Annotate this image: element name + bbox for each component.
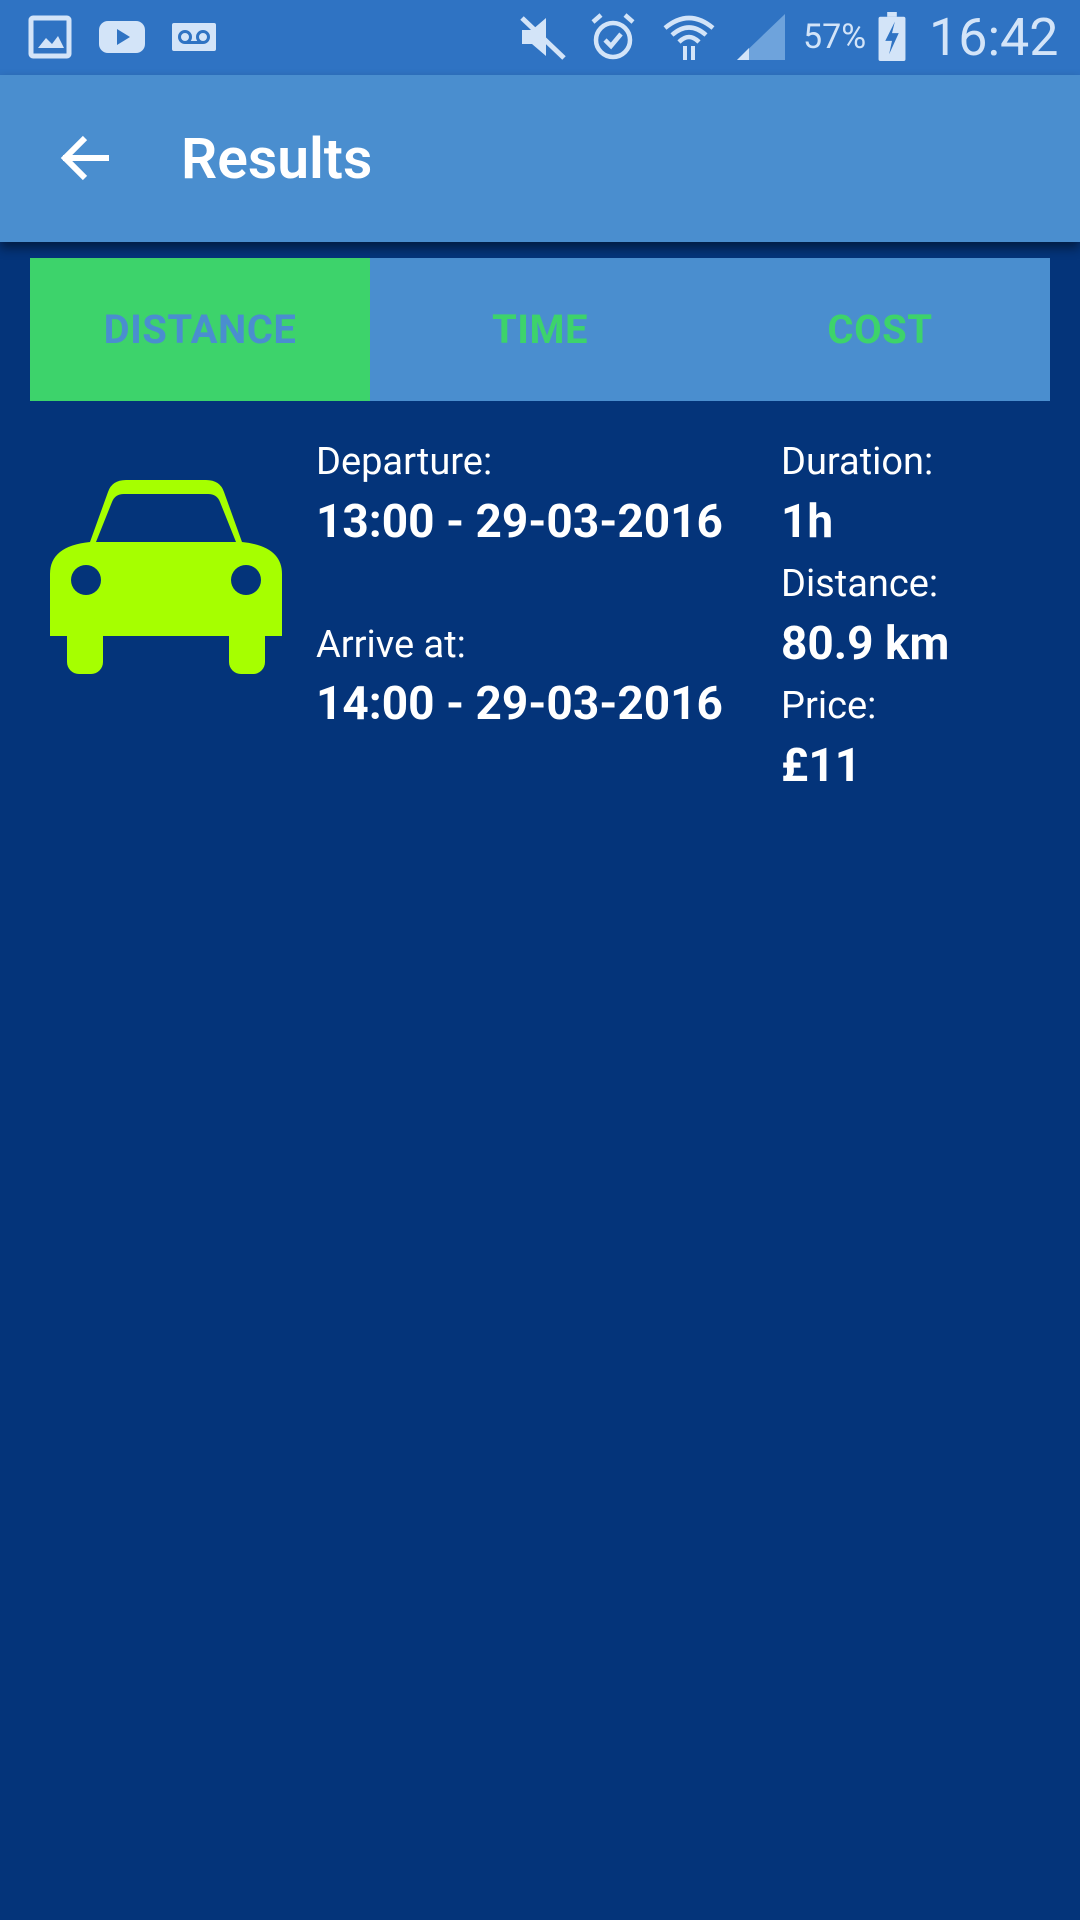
distance-value: 80.9 km (781, 617, 950, 671)
signal-icon (737, 14, 785, 60)
tab-distance[interactable]: DISTANCE (30, 258, 370, 401)
departure-label: Departure: (316, 440, 493, 484)
voicemail-icon (172, 23, 216, 51)
price-label: Price: (781, 684, 877, 728)
wifi-icon (663, 15, 715, 60)
car-icon (50, 480, 282, 674)
back-button[interactable] (42, 115, 128, 201)
alarm-icon (591, 13, 635, 60)
status-bar: 57% 16:42 (0, 0, 1080, 75)
clock: 16:42 (929, 7, 1059, 68)
battery-charging-icon (878, 12, 906, 62)
duration-value: 1h (781, 495, 834, 549)
tab-time[interactable]: TIME (370, 258, 710, 401)
gallery-icon (28, 15, 72, 59)
price-value: £11 (781, 739, 862, 793)
mute-icon (520, 16, 566, 60)
page-title: Results (181, 125, 373, 192)
tab-cost[interactable]: COST (710, 258, 1050, 401)
arrive-value: 14:00 - 29-03-2016 (316, 677, 723, 731)
result-item[interactable]: Departure: 13:00 - 29-03-2016 Arrive at:… (30, 430, 1050, 810)
arrive-label: Arrive at: (316, 623, 466, 667)
arrow-back-icon (60, 135, 109, 181)
duration-label: Duration: (781, 440, 934, 484)
youtube-icon (99, 21, 145, 53)
tab-bar: DISTANCE TIME COST (30, 258, 1050, 401)
battery-percent: 57% (803, 17, 867, 57)
app-bar: Results (0, 75, 1080, 242)
distance-label: Distance: (781, 562, 939, 606)
departure-value: 13:00 - 29-03-2016 (316, 495, 723, 549)
